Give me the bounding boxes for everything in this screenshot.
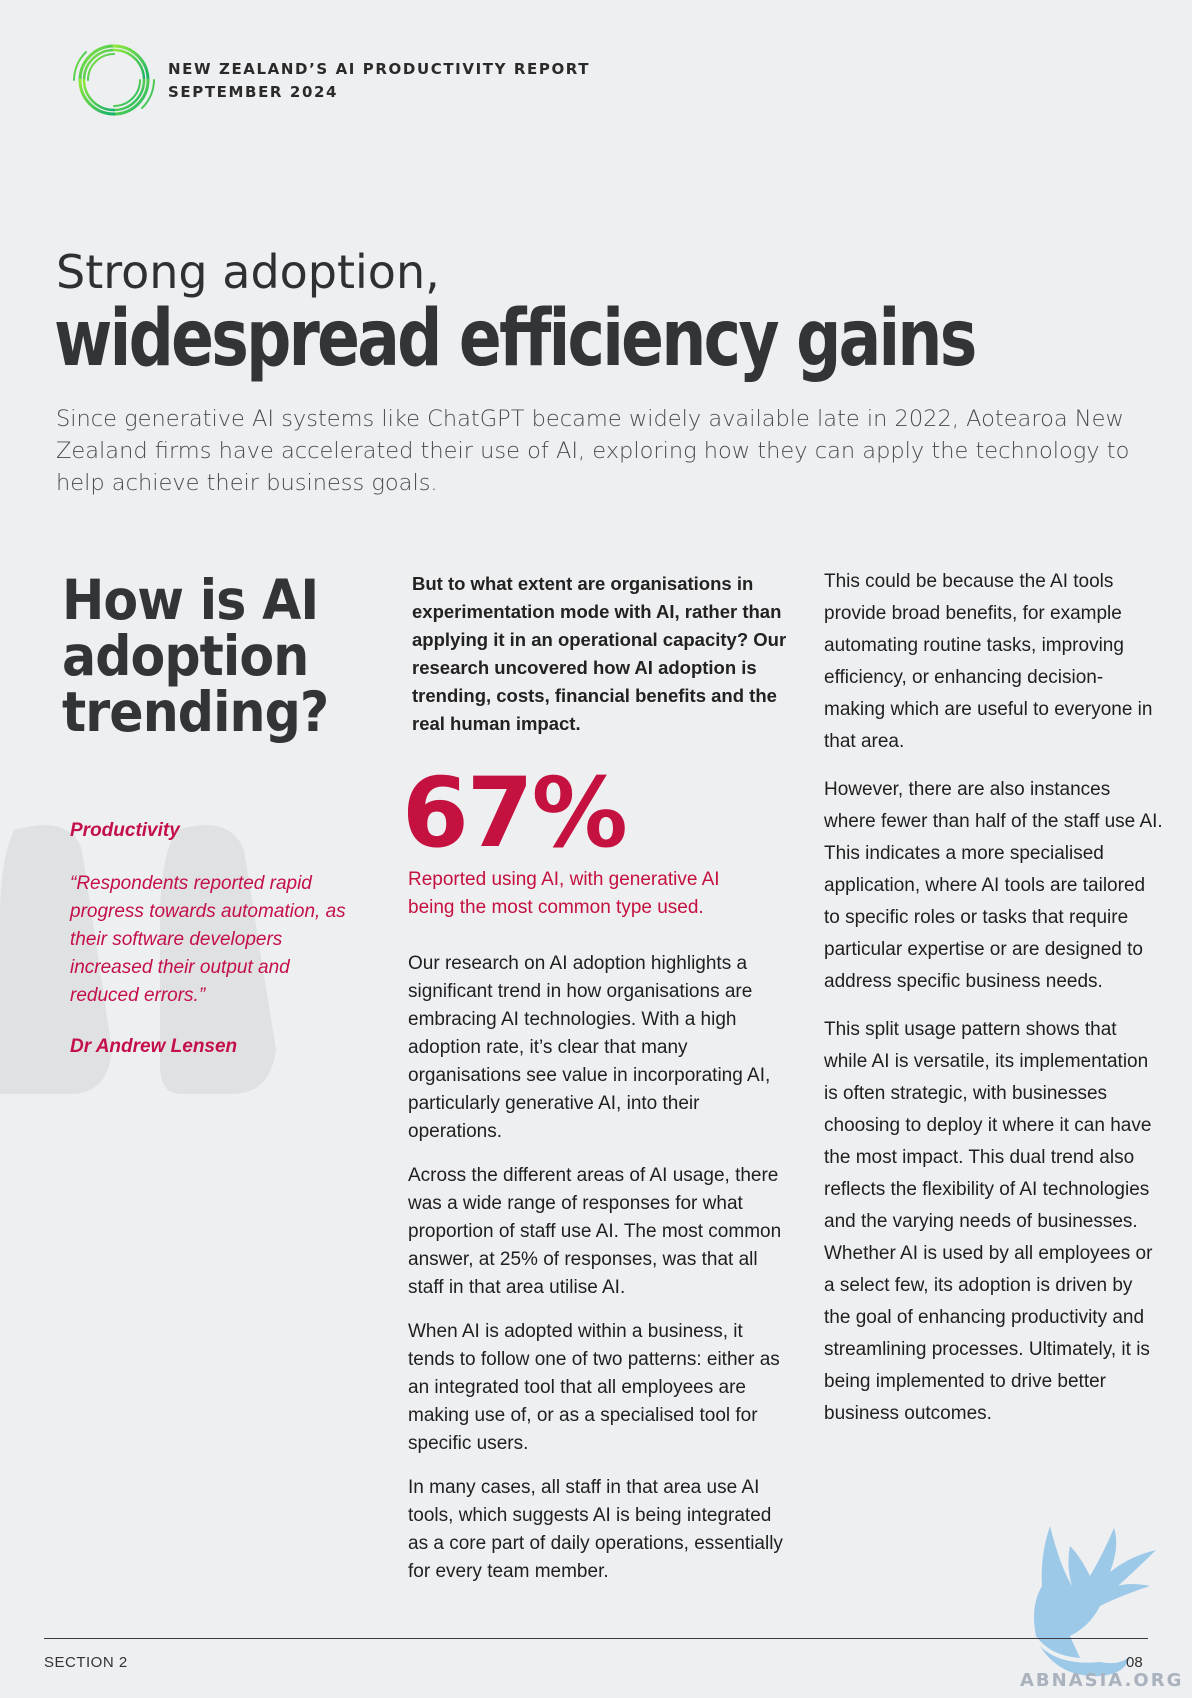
report-date: SEPTEMBER 2024	[168, 83, 339, 101]
report-header: NEW ZEALAND’S AI PRODUCTIVITY REPORT SEP…	[168, 58, 590, 104]
body-paragraph: Our research on AI adoption highlights a…	[408, 953, 771, 1142]
right-body: This could be because the AI tools provi…	[824, 566, 1164, 1446]
watermark-text: ABNASIA.ORG	[1020, 1670, 1184, 1691]
report-title: NEW ZEALAND’S AI PRODUCTIVITY REPORT	[168, 60, 591, 78]
stat-label: Reported using AI, with generative AI be…	[408, 869, 720, 918]
body-paragraph: This could be because the AI tools provi…	[824, 571, 1153, 752]
body-paragraph: Across the different areas of AI usage, …	[408, 1165, 782, 1298]
stat-value: 67%	[402, 757, 628, 869]
page-kicker: Strong adoption,	[56, 245, 440, 299]
ring-logo-icon	[73, 44, 155, 116]
body-paragraph: In many cases, all staff in that area us…	[408, 1477, 783, 1582]
page-number: 08	[1126, 1654, 1143, 1671]
pull-quote: Productivity “Respondents reported rapid…	[70, 820, 350, 1058]
quote-label: Productivity	[70, 820, 180, 841]
footer-divider	[44, 1638, 1148, 1639]
body-paragraph: When AI is adopted within a business, it…	[408, 1321, 780, 1454]
body-paragraph: This split usage pattern shows that whil…	[824, 1019, 1153, 1424]
quote-author: Dr Andrew Lensen	[70, 1036, 238, 1057]
quote-text: “Respondents reported rapid progress tow…	[70, 873, 346, 1006]
lead-paragraph: But to what extent are organisations in …	[412, 573, 787, 734]
question-line: How is AI	[62, 568, 319, 632]
question-line: trending?	[62, 680, 329, 744]
intro-paragraph: Since generative AI systems like ChatGPT…	[56, 406, 1130, 496]
body-paragraph: However, there are also instances where …	[824, 779, 1163, 992]
question-line: adoption	[62, 624, 309, 688]
middle-body: Our research on AI adoption highlights a…	[408, 950, 788, 1602]
page-title: widespread efficiency gains	[54, 294, 977, 384]
footer-section: SECTION 2	[44, 1654, 128, 1671]
section-question: How is AI adoption trending?	[62, 572, 338, 740]
